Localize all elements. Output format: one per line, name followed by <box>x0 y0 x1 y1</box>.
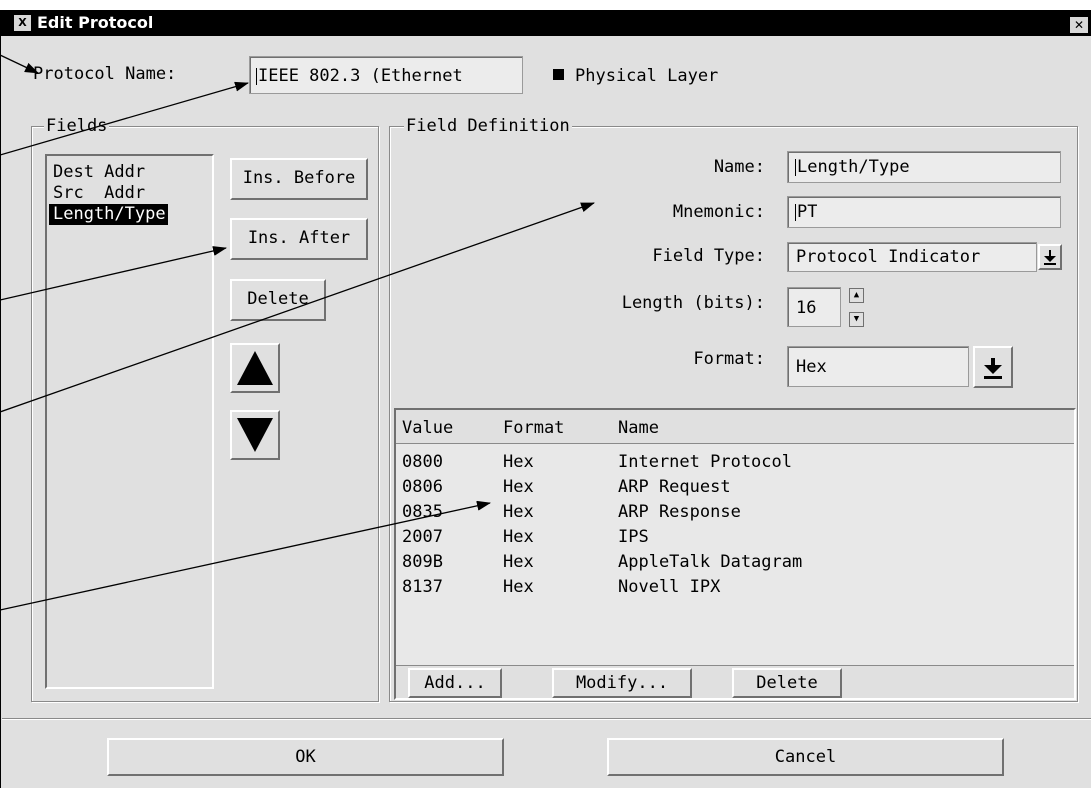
length-label: Length (bits): <box>621 293 765 313</box>
format-dropdown-button[interactable] <box>973 346 1013 388</box>
table-cell-name: IPS <box>618 527 649 547</box>
arrow-down-bar-icon <box>1044 250 1056 265</box>
table-row[interactable]: 0800 Hex Internet Protocol <box>396 450 1074 475</box>
field-type-select[interactable]: Protocol Indicator <box>787 242 1037 272</box>
table-cell-format: Hex <box>503 552 534 572</box>
table-cell-name: ARP Response <box>618 502 741 522</box>
length-increment-button[interactable]: ▲ <box>849 288 864 303</box>
protocol-name-label: Protocol Name: <box>33 64 177 84</box>
ok-button[interactable]: OK <box>107 738 504 776</box>
move-up-button[interactable] <box>230 343 280 393</box>
table-row[interactable]: 2007 Hex IPS <box>396 525 1074 550</box>
table-cell-format: Hex <box>503 477 534 497</box>
modify-value-button[interactable]: Modify... <box>552 668 692 698</box>
table-cell-format: Hex <box>503 502 534 522</box>
add-value-button[interactable]: Add... <box>408 668 502 698</box>
name-value: Length/Type <box>797 157 910 177</box>
x-icon[interactable]: X <box>14 15 31 31</box>
window-title: Edit Protocol <box>37 13 154 32</box>
values-table-toolbar: Add... Modify... Delete <box>396 665 1074 698</box>
field-type-label: Field Type: <box>652 246 765 266</box>
physical-layer-label: Physical Layer <box>575 66 719 86</box>
table-cell-name: Internet Protocol <box>618 452 792 472</box>
field-type-dropdown-button[interactable] <box>1038 244 1062 270</box>
spin-down-icon: ▼ <box>853 314 860 324</box>
values-table-header: Value Format Name <box>396 410 1074 444</box>
delete-value-button[interactable]: Delete <box>732 668 842 698</box>
length-input[interactable]: 16 <box>787 287 841 327</box>
length-value: 16 <box>796 298 817 318</box>
move-down-button[interactable] <box>230 410 280 460</box>
format-column-header[interactable]: Format <box>503 418 564 438</box>
field-definition-legend: Field Definition <box>404 116 572 136</box>
fields-list-item[interactable]: Dest Addr <box>49 162 199 183</box>
table-cell-value: 0835 <box>402 502 443 522</box>
mnemonic-input[interactable]: PT <box>787 196 1061 228</box>
length-decrement-button[interactable]: ▼ <box>849 312 864 327</box>
format-select[interactable]: Hex <box>787 346 969 387</box>
protocol-name-value: IEEE 802.3 (Ethernet <box>258 66 463 86</box>
format-value: Hex <box>796 357 827 377</box>
table-row[interactable]: 0806 Hex ARP Request <box>396 475 1074 500</box>
ins-after-button[interactable]: Ins. After <box>230 218 368 260</box>
mnemonic-label: Mnemonic: <box>672 202 765 222</box>
table-cell-value: 0806 <box>402 477 443 497</box>
footer-separator <box>2 718 1091 720</box>
ins-before-button[interactable]: Ins. Before <box>230 158 368 200</box>
table-cell-value: 0800 <box>402 452 443 472</box>
fields-legend: Fields <box>44 116 110 136</box>
arrow-down-bar-icon <box>984 358 1002 379</box>
fields-list-item[interactable]: Length/Type <box>49 204 168 225</box>
table-cell-format: Hex <box>503 577 534 597</box>
field-type-value: Protocol Indicator <box>796 247 981 267</box>
spin-up-icon: ▲ <box>853 290 860 300</box>
values-table: Value Format Name 0800 Hex Internet Protoc… <box>394 408 1076 700</box>
table-cell-value: 809B <box>402 552 443 572</box>
cancel-button[interactable]: Cancel <box>607 738 1004 776</box>
fields-list[interactable]: Dest Addr Src Addr Length/Type <box>45 154 214 689</box>
value-column-header[interactable]: Value <box>402 418 453 438</box>
close-icon[interactable]: ✕ <box>1070 17 1088 33</box>
physical-layer-checkbox[interactable] <box>553 69 564 80</box>
table-row[interactable]: 0835 Hex ARP Response <box>396 500 1074 525</box>
table-cell-value: 8137 <box>402 577 443 597</box>
table-cell-value: 2007 <box>402 527 443 547</box>
mnemonic-value: PT <box>797 202 818 222</box>
title-bar[interactable]: X Edit Protocol ✕ <box>0 10 1091 36</box>
text-cursor <box>795 158 796 176</box>
delete-field-button[interactable]: Delete <box>230 279 326 321</box>
text-cursor <box>256 67 257 85</box>
format-label: Format: <box>693 349 765 369</box>
protocol-name-input[interactable]: IEEE 802.3 (Ethernet <box>249 56 523 94</box>
triangle-up-icon <box>237 351 273 385</box>
name-column-header[interactable]: Name <box>618 418 659 438</box>
table-cell-name: AppleTalk Datagram <box>618 552 803 572</box>
table-row[interactable]: 8137 Hex Novell IPX <box>396 575 1074 600</box>
name-input[interactable]: Length/Type <box>787 151 1061 183</box>
table-cell-format: Hex <box>503 527 534 547</box>
fields-list-item[interactable]: Src Addr <box>49 183 199 204</box>
table-cell-format: Hex <box>503 452 534 472</box>
table-cell-name: Novell IPX <box>618 577 721 597</box>
text-cursor <box>795 203 796 221</box>
table-cell-name: ARP Request <box>618 477 731 497</box>
name-label: Name: <box>713 157 765 177</box>
triangle-down-icon <box>237 418 273 452</box>
table-row[interactable]: 809B Hex AppleTalk Datagram <box>396 550 1074 575</box>
